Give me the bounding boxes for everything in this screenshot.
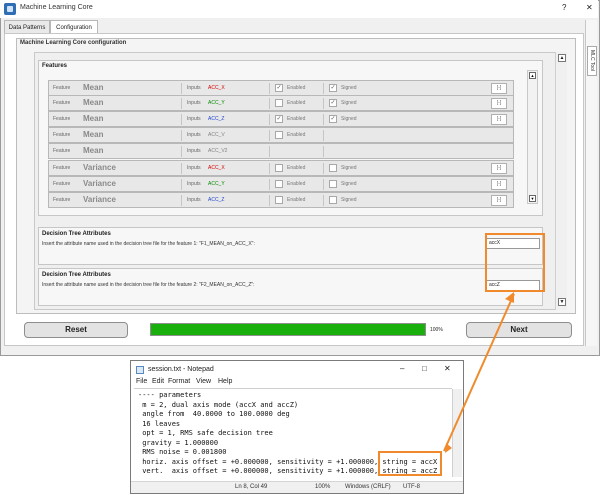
arrowhead-top-icon <box>505 292 514 303</box>
arrowhead-bottom-icon <box>445 443 452 453</box>
connector-arrows <box>443 292 515 453</box>
connector-line <box>443 293 515 452</box>
